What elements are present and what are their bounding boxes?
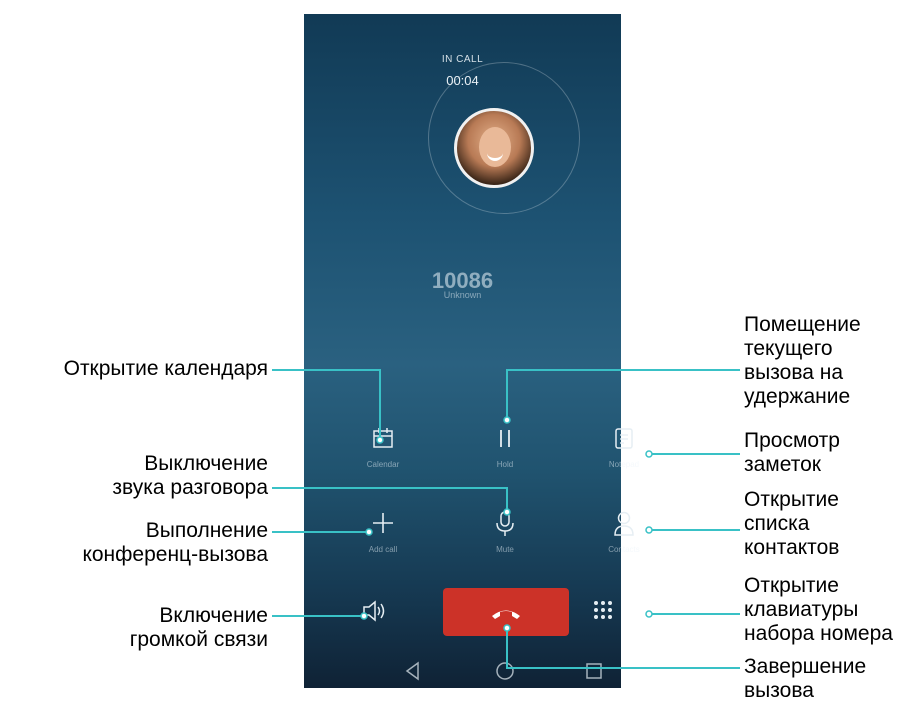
recents-icon xyxy=(586,663,602,679)
callout-mute: Выключение звука разговора xyxy=(112,452,268,499)
plus-icon xyxy=(348,511,418,537)
notepad-icon xyxy=(589,426,659,452)
calendar-icon xyxy=(348,426,418,452)
calendar-button[interactable]: Calendar xyxy=(348,426,418,469)
hold-label: Hold xyxy=(496,460,514,469)
hold-button[interactable]: Hold xyxy=(470,426,540,469)
back-button[interactable] xyxy=(401,659,425,683)
dialpad-button[interactable] xyxy=(592,599,614,626)
callout-hold: Помещение текущего вызова на удержание xyxy=(744,313,861,408)
callout-speaker: Включение громкой связи xyxy=(129,604,268,651)
contacts-button[interactable]: Contacts xyxy=(589,511,659,554)
callout-calendar: Открытие календаря xyxy=(63,357,268,380)
home-button[interactable] xyxy=(493,659,517,683)
microphone-icon xyxy=(470,511,540,537)
mute-button[interactable]: Mute xyxy=(470,511,540,554)
call-status: IN CALL xyxy=(441,54,484,65)
caller-avatar xyxy=(454,108,534,188)
recents-button[interactable] xyxy=(582,659,606,683)
notepad-button[interactable]: Notepad xyxy=(589,426,659,469)
pause-icon xyxy=(470,426,540,452)
speaker-icon xyxy=(363,600,385,622)
speaker-button[interactable] xyxy=(362,600,388,627)
notepad-label: Notepad xyxy=(608,460,640,469)
dialpad-icon xyxy=(594,601,612,619)
phone-screen: IN CALL 00:04 10086 Unknown Calendar Hol… xyxy=(304,14,640,688)
mute-label: Mute xyxy=(496,545,514,554)
hang-up-icon xyxy=(492,610,520,619)
callout-dialpad: Открытие клавиатуры набора номера xyxy=(744,574,893,645)
callout-end-call: Завершение вызова xyxy=(744,655,867,702)
back-icon xyxy=(405,661,419,681)
callout-add-call: Выполнение конференц-вызова xyxy=(82,519,268,566)
home-icon xyxy=(496,662,514,680)
add-call-button[interactable]: Add call xyxy=(348,511,418,554)
callout-notepad: Просмотр заметок xyxy=(744,429,840,476)
person-icon xyxy=(589,511,659,537)
add-call-label: Add call xyxy=(368,545,398,554)
end-call-button[interactable] xyxy=(443,588,569,636)
calendar-label: Calendar xyxy=(366,460,400,469)
callout-contacts: Открытие списка контактов xyxy=(744,488,840,559)
contacts-label: Contacts xyxy=(608,545,640,554)
caller-label: Unknown xyxy=(443,290,482,300)
